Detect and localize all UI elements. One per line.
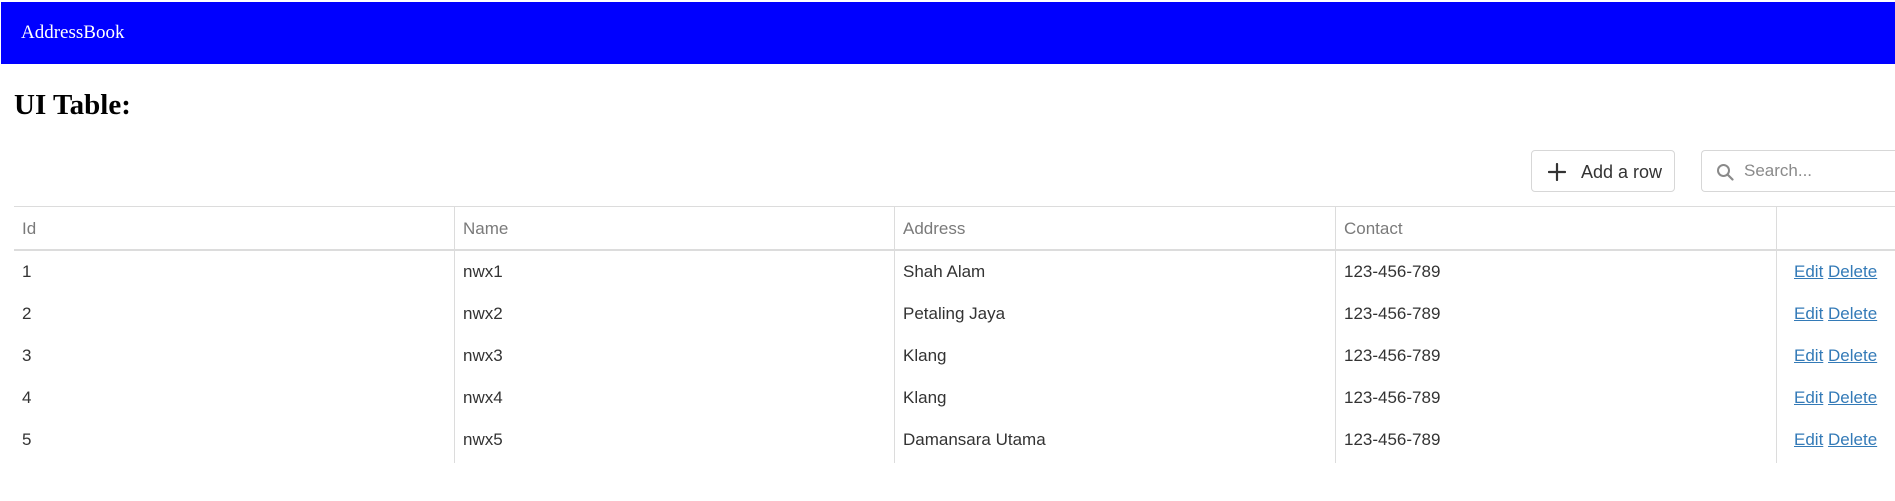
table-row: 1 nwx1 Shah Alam 123-456-789 Edit Delete (14, 251, 1895, 293)
delete-link[interactable]: Delete (1828, 304, 1877, 323)
table-row: 5 nwx5 Damansara Utama 123-456-789 Edit … (14, 419, 1895, 461)
edit-link[interactable]: Edit (1794, 388, 1823, 407)
cell-id: 2 (22, 304, 32, 323)
edit-link[interactable]: Edit (1794, 262, 1823, 281)
data-table: Id Name Address Contact 1 nwx1 Shah Alam… (14, 206, 1895, 463)
table-row: 3 nwx3 Klang 123-456-789 Edit Delete (14, 335, 1895, 377)
edit-link[interactable]: Edit (1794, 430, 1823, 449)
cell-address: Klang (903, 388, 947, 407)
page-title: UI Table: (14, 89, 131, 121)
cell-contact: 123-456-789 (1344, 304, 1441, 323)
search-input[interactable] (1744, 157, 1892, 185)
cell-contact: 123-456-789 (1344, 346, 1441, 365)
column-header-id[interactable]: Id (22, 219, 36, 239)
cell-name: nwx1 (463, 262, 503, 281)
cell-address: Shah Alam (903, 262, 986, 281)
cell-address: Damansara Utama (903, 430, 1046, 449)
delete-link[interactable]: Delete (1828, 262, 1877, 281)
row-actions: Edit Delete (1794, 262, 1877, 282)
row-actions: Edit Delete (1794, 346, 1877, 366)
table-row: 2 nwx2 Petaling Jaya 123-456-789 Edit De… (14, 293, 1895, 335)
cell-name: nwx3 (463, 346, 503, 365)
search-icon (1717, 164, 1734, 181)
cell-address: Petaling Jaya (903, 304, 1006, 323)
column-header-contact[interactable]: Contact (1344, 219, 1403, 239)
table-row: 4 nwx4 Klang 123-456-789 Edit Delete (14, 377, 1895, 419)
cell-id: 1 (22, 262, 32, 281)
cell-id: 3 (22, 346, 32, 365)
delete-link[interactable]: Delete (1828, 346, 1877, 365)
delete-link[interactable]: Delete (1828, 430, 1877, 449)
delete-link[interactable]: Delete (1828, 388, 1877, 407)
column-header-address[interactable]: Address (903, 219, 965, 239)
plus-icon (1548, 163, 1566, 181)
row-actions: Edit Delete (1794, 430, 1877, 450)
row-actions: Edit Delete (1794, 304, 1877, 324)
row-actions: Edit Delete (1794, 388, 1877, 408)
brand-link[interactable]: AddressBook (21, 22, 124, 44)
cell-name: nwx4 (463, 388, 503, 407)
add-row-button[interactable]: Add a row (1531, 150, 1675, 192)
cell-address: Klang (903, 346, 947, 365)
navbar: AddressBook (1, 2, 1895, 64)
cell-contact: 123-456-789 (1344, 262, 1441, 281)
cell-id: 5 (22, 430, 32, 449)
cell-contact: 123-456-789 (1344, 388, 1441, 407)
search-box (1701, 150, 1895, 192)
add-row-label: Add a row (1581, 162, 1663, 182)
edit-link[interactable]: Edit (1794, 304, 1823, 323)
cell-name: nwx5 (463, 430, 503, 449)
cell-id: 4 (22, 388, 32, 407)
table-header: Id Name Address Contact (14, 207, 1895, 251)
cell-name: nwx2 (463, 304, 503, 323)
column-header-name[interactable]: Name (463, 219, 508, 239)
cell-contact: 123-456-789 (1344, 430, 1441, 449)
edit-link[interactable]: Edit (1794, 346, 1823, 365)
